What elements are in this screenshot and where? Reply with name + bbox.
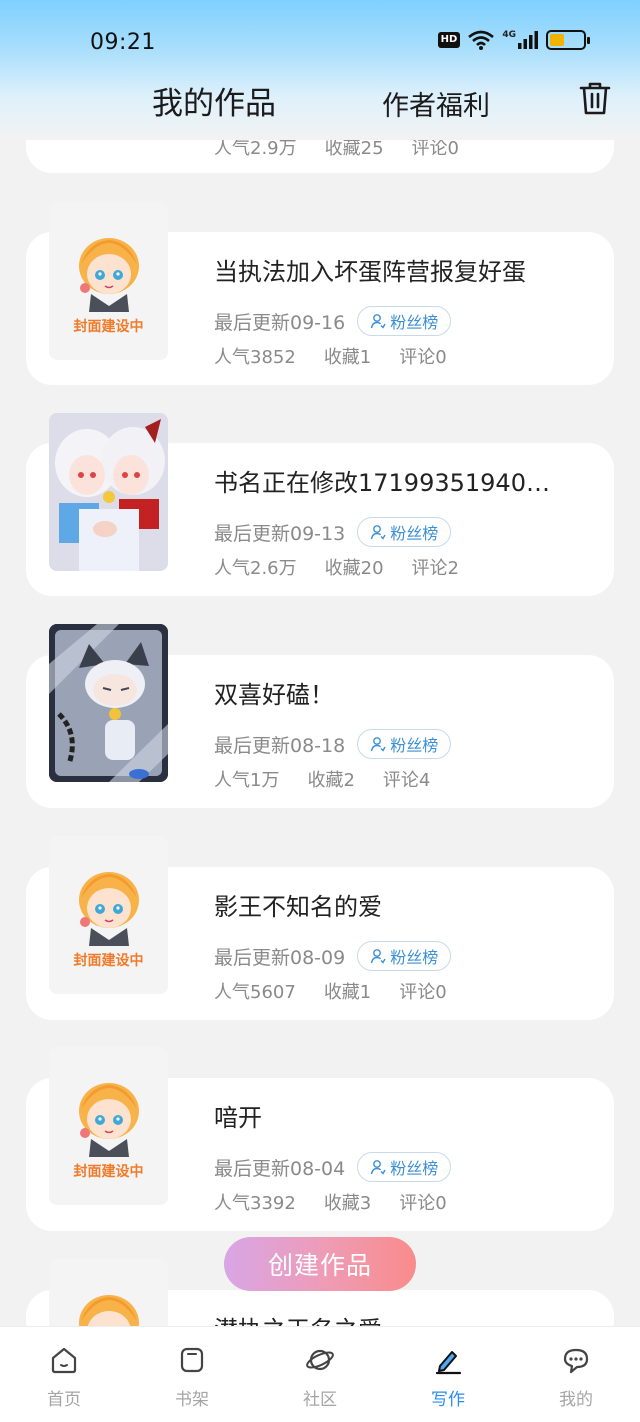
cover-placeholder-label: 封面建设中 xyxy=(73,319,144,335)
status-bar: 09:21 HD 4G xyxy=(0,0,640,80)
anime-cover-art xyxy=(49,624,168,782)
last-updated: 最后更新09-16 xyxy=(214,311,346,334)
work-stats: 人气1万 收藏2 评论4 xyxy=(214,766,430,792)
popularity: 人气1万 xyxy=(214,770,280,791)
work-title: 影王不知名的爱 xyxy=(214,893,382,921)
book-cover-placeholder[interactable]: 封面建设中 xyxy=(49,1047,168,1205)
top-header: 09:21 HD 4G 我的作品 作者福利 xyxy=(0,0,640,140)
popularity: 人气3392 xyxy=(214,1193,296,1214)
bookshelf-icon xyxy=(180,1347,204,1373)
battery-level xyxy=(550,34,565,46)
tab-home[interactable]: 首页 xyxy=(0,1327,128,1422)
last-updated: 最后更新08-04 xyxy=(214,1157,346,1180)
favorites: 收藏20 xyxy=(324,558,384,579)
works-list[interactable]: 人气2.9万 收藏25 评论0 封面建设中 当执法加入坏蛋阵营报复好蛋 最后更新… xyxy=(0,0,640,1330)
pen-icon xyxy=(435,1351,462,1375)
tab-author-welfare[interactable]: 作者福利 xyxy=(382,84,490,123)
fans-ranking-button[interactable]: 粉丝榜 xyxy=(357,1152,452,1182)
fans-ranking-label: 粉丝榜 xyxy=(390,313,439,332)
tab-label: 社区 xyxy=(303,1390,337,1410)
comments: 评论0 xyxy=(399,982,447,1003)
user-icon xyxy=(371,525,386,540)
hd-icon: HD xyxy=(437,32,461,48)
fans-ranking-button[interactable]: 粉丝榜 xyxy=(357,941,452,971)
fans-ranking-button[interactable]: 粉丝榜 xyxy=(357,306,452,336)
tab-label: 写作 xyxy=(431,1390,465,1410)
favorites: 收藏1 xyxy=(323,982,372,1003)
cover-placeholder-label: 封面建设中 xyxy=(73,1164,144,1180)
trash-icon[interactable] xyxy=(578,80,612,116)
work-meta: 最后更新08-04 粉丝榜 xyxy=(214,1152,452,1182)
fans-ranking-label: 粉丝榜 xyxy=(390,948,439,967)
work-title: 双喜好磕！ xyxy=(214,681,334,709)
tab-label: 我的 xyxy=(559,1390,593,1410)
message-icon xyxy=(563,1348,589,1374)
book-cover-placeholder[interactable]: 封面建设中 xyxy=(49,202,168,360)
work-stats: 人气5607 收藏1 评论0 xyxy=(214,978,447,1004)
chibi-mascot-image xyxy=(79,872,139,946)
work-title: 书名正在修改1719935194048... xyxy=(214,469,564,497)
popularity: 人气2.6万 xyxy=(214,558,297,579)
home-icon xyxy=(51,1347,77,1374)
work-meta: 最后更新08-18 粉丝榜 xyxy=(214,729,452,759)
user-icon xyxy=(371,314,386,329)
fans-ranking-button[interactable]: 粉丝榜 xyxy=(357,729,452,759)
tab-writing[interactable]: 写作 xyxy=(384,1327,512,1422)
work-meta: 最后更新09-13 粉丝榜 xyxy=(214,517,452,547)
user-icon xyxy=(371,1160,386,1175)
book-cover-placeholder[interactable] xyxy=(49,1259,168,1330)
work-title: 当执法加入坏蛋阵营报复好蛋 xyxy=(214,258,526,286)
status-icons: HD 4G xyxy=(437,30,590,50)
popularity: 人气3852 xyxy=(214,347,296,368)
fans-ranking-label: 粉丝榜 xyxy=(390,736,439,755)
comments: 评论4 xyxy=(382,770,431,791)
last-updated: 最后更新08-18 xyxy=(214,734,346,757)
comments: 评论0 xyxy=(399,347,447,368)
comments: 评论2 xyxy=(411,558,459,579)
book-cover-image[interactable] xyxy=(49,413,168,571)
work-title: 喑开 xyxy=(214,1104,262,1132)
bottom-nav: 首页 书架 社区 写作 我的 xyxy=(0,1326,640,1422)
planet-icon xyxy=(306,1349,334,1371)
tab-my-works[interactable]: 我的作品 xyxy=(152,78,276,123)
book-cover-image[interactable] xyxy=(49,624,168,782)
work-meta: 最后更新08-09 粉丝榜 xyxy=(214,941,452,971)
tab-label: 首页 xyxy=(47,1390,81,1410)
favorites: 收藏2 xyxy=(307,770,355,791)
fans-ranking-button[interactable]: 粉丝榜 xyxy=(357,517,452,547)
popularity: 人气5607 xyxy=(214,982,296,1003)
cover-placeholder-label: 封面建设中 xyxy=(73,953,144,969)
tab-mine[interactable]: 我的 xyxy=(512,1327,640,1422)
work-stats: 人气3852 收藏1 评论0 xyxy=(214,343,447,369)
user-icon xyxy=(371,737,386,752)
network-type-label: 4G xyxy=(502,30,516,40)
status-time: 09:21 xyxy=(90,30,156,55)
work-meta: 最后更新09-16 粉丝榜 xyxy=(214,306,452,336)
chibi-mascot-image xyxy=(79,1295,139,1330)
create-work-button[interactable]: 创建作品 xyxy=(224,1237,416,1291)
favorites: 收藏1 xyxy=(323,347,372,368)
fans-ranking-label: 粉丝榜 xyxy=(390,524,439,543)
last-updated: 最后更新08-09 xyxy=(214,946,346,969)
chibi-mascot-image xyxy=(79,1083,139,1157)
favorites: 收藏3 xyxy=(323,1193,372,1214)
wifi-icon xyxy=(468,30,495,50)
tab-bookshelf[interactable]: 书架 xyxy=(128,1327,256,1422)
book-cover-placeholder[interactable]: 封面建设中 xyxy=(49,836,168,994)
fans-ranking-label: 粉丝榜 xyxy=(390,1159,439,1178)
tab-label: 书架 xyxy=(175,1390,209,1410)
chibi-mascot-image xyxy=(79,238,139,312)
signal-bars-icon xyxy=(518,31,538,49)
tab-community[interactable]: 社区 xyxy=(256,1327,384,1422)
anime-cover-art xyxy=(49,413,168,571)
last-updated: 最后更新09-13 xyxy=(214,522,346,545)
comments: 评论0 xyxy=(399,1193,447,1214)
cellular-signal-icon: 4G xyxy=(502,31,538,49)
user-icon xyxy=(371,949,386,964)
battery-icon xyxy=(546,30,590,50)
work-stats: 人气3392 收藏3 评论0 xyxy=(214,1189,447,1215)
work-stats: 人气2.6万 收藏20 评论2 xyxy=(214,554,459,580)
